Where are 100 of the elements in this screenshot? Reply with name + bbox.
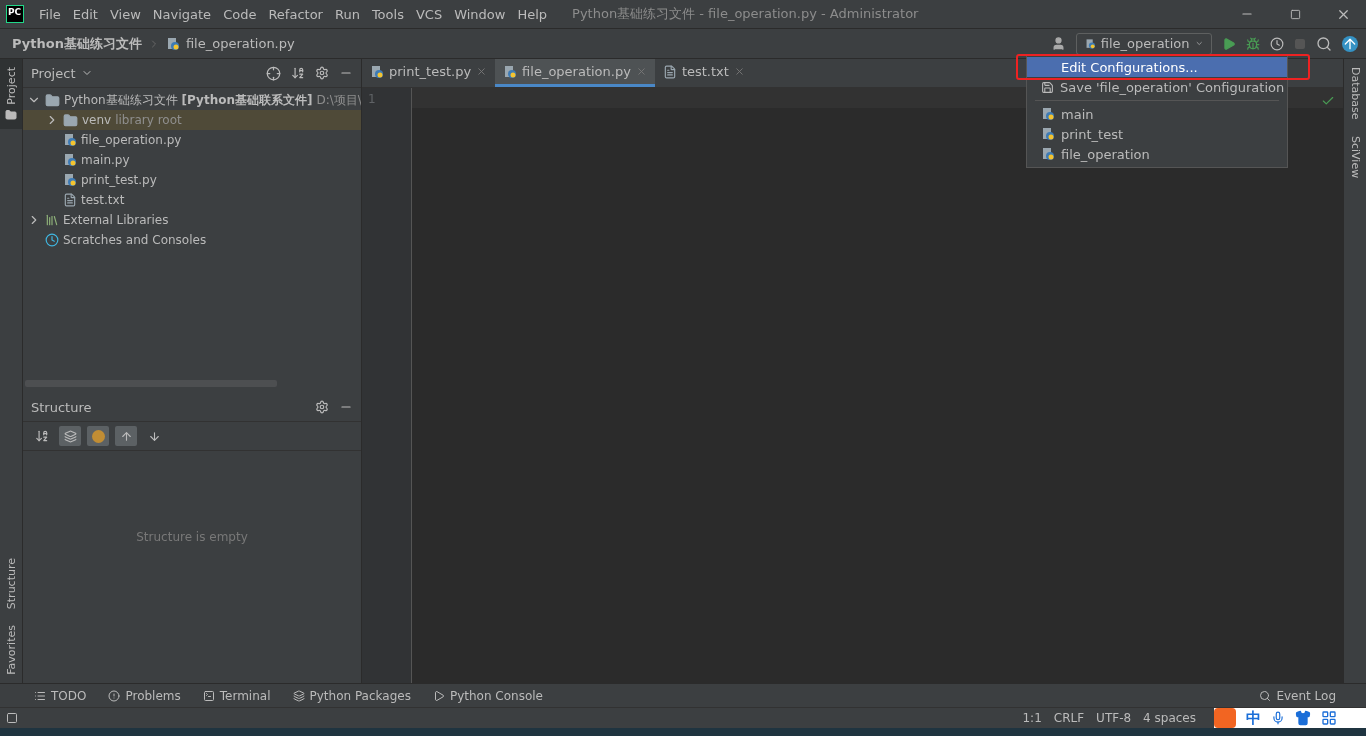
item-label: main.py [81, 153, 130, 167]
breadcrumb[interactable]: file_operation.py [185, 36, 295, 51]
item-label: print_test.py [81, 173, 157, 187]
todo-icon [34, 689, 46, 702]
event-log-icon [1259, 689, 1272, 702]
python-file-icon [1041, 127, 1055, 141]
tool-window-button[interactable]: TODO [34, 688, 87, 703]
favorites-tool-button[interactable]: Favorites [0, 617, 22, 683]
app-logo: PC [6, 5, 24, 23]
window-title: Python基础练习文件 - file_operation.py - Administrator [572, 5, 920, 23]
folder-icon [5, 108, 17, 121]
menu-item[interactable]: Run [329, 6, 365, 22]
python-file-icon [1041, 147, 1055, 161]
grid-icon[interactable] [1321, 710, 1337, 726]
module-name: [Python基础联系文件] [181, 91, 313, 109]
search-icon[interactable] [1316, 35, 1332, 52]
run-config-dropdown[interactable]: file_operation [1076, 32, 1212, 55]
editor-tab[interactable]: print_test.py [362, 59, 496, 87]
settings-icon[interactable] [315, 66, 329, 80]
check-icon [1321, 94, 1335, 108]
save-icon [1041, 80, 1054, 94]
debug-icon[interactable] [1246, 36, 1260, 51]
menu-item[interactable]: File [34, 6, 66, 22]
menu-item[interactable]: Edit Configurations... [1027, 57, 1287, 77]
tree-item[interactable]: file_operation.py [23, 130, 361, 150]
python-file-icon [503, 64, 518, 79]
path-hint: D:\项目\ [316, 91, 361, 109]
database-tool-button[interactable]: Database [1344, 59, 1366, 128]
breadcrumb[interactable]: Python基础练习文件 [12, 34, 142, 53]
python-file-icon [1041, 107, 1055, 121]
update-icon[interactable] [1342, 35, 1358, 52]
root-hint: library root [115, 113, 182, 127]
packages-icon [292, 689, 305, 702]
python-file-icon [165, 36, 180, 51]
library-icon [45, 213, 59, 227]
text-file-icon [63, 193, 77, 207]
folder-icon [63, 112, 78, 128]
user-icon[interactable] [1051, 36, 1066, 51]
menu-item[interactable]: View [104, 6, 146, 22]
project-tool-button[interactable]: Project [0, 59, 22, 129]
tree-item[interactable]: print_test.py [23, 170, 361, 190]
panel-title[interactable]: Project [31, 65, 76, 81]
tool-window-button[interactable]: Problems [108, 688, 181, 703]
structure-tool-button[interactable]: Structure [0, 550, 22, 618]
item-label: Scratches and Consoles [63, 233, 207, 247]
tree-item[interactable]: External Libraries [23, 210, 361, 230]
menu-item[interactable]: Tools [366, 6, 409, 22]
tree-item[interactable]: Python基础练习文件 [Python基础联系文件] D:\项目\ [23, 90, 361, 110]
tool-window-button[interactable]: Python Console [432, 688, 543, 703]
python-file-icon [370, 64, 384, 79]
sciview-tool-button[interactable]: SciView [1344, 127, 1366, 186]
sort-icon[interactable] [35, 429, 49, 443]
ime-mode[interactable]: 中 [1246, 708, 1261, 728]
menu-item[interactable]: file_operation [1027, 144, 1287, 164]
item-label: venv [82, 113, 112, 127]
item-label: External Libraries [63, 213, 169, 227]
text-file-icon [662, 64, 677, 79]
menu-item[interactable]: Window [449, 6, 511, 22]
status-item[interactable]: 1:1 [1022, 711, 1042, 725]
ime-logo [1214, 708, 1236, 728]
panel-title[interactable]: Structure [31, 399, 305, 415]
python-file-icon [1085, 36, 1096, 51]
menu-item[interactable]: VCS [410, 6, 448, 22]
status-item[interactable]: CRLF [1053, 711, 1085, 725]
item-label: Python基础练习文件 [64, 91, 178, 109]
tree-item[interactable]: test.txt [23, 190, 361, 210]
microphone-icon[interactable] [1271, 711, 1285, 725]
event-log-button[interactable]: Event Log [1259, 688, 1336, 703]
editor-tab[interactable]: test.txt [654, 59, 753, 87]
folder-icon [45, 92, 60, 108]
python-file-icon [63, 133, 77, 147]
locate-icon[interactable] [266, 65, 281, 81]
item-label: test.txt [81, 193, 125, 207]
tree-item[interactable]: venv library root [23, 110, 361, 130]
run-icon[interactable] [1222, 36, 1236, 51]
menu-item[interactable]: Save 'file_operation' Configuration [1027, 77, 1287, 97]
menu-item[interactable]: Refactor [263, 6, 328, 22]
tree-item[interactable]: Scratches and Consoles [23, 230, 361, 250]
layout-icon[interactable] [6, 712, 18, 724]
menu-item[interactable]: Help [512, 6, 553, 22]
menu-item[interactable]: Navigate [147, 6, 217, 22]
item-label: file_operation.py [81, 133, 182, 147]
tree-item[interactable]: main.py [23, 150, 361, 170]
settings-icon[interactable] [315, 400, 329, 414]
empty-message: Structure is empty [136, 530, 248, 544]
status-item[interactable]: UTF-8 [1096, 711, 1132, 725]
skin-icon[interactable] [1295, 710, 1311, 726]
editor-tab[interactable]: file_operation.py [495, 59, 655, 87]
tool-window-button[interactable]: Terminal [202, 688, 271, 703]
python-file-icon [63, 173, 77, 187]
restore-icon[interactable] [1289, 8, 1301, 20]
tool-window-button[interactable]: Python Packages [292, 688, 411, 703]
terminal-icon [202, 689, 215, 702]
menu-item[interactable]: Edit [67, 6, 103, 22]
python-file-icon [63, 153, 77, 167]
problems-icon [108, 689, 121, 702]
menu-item[interactable]: main [1027, 104, 1287, 124]
status-item[interactable]: 4 spaces [1143, 711, 1196, 725]
menu-item[interactable]: Code [218, 6, 262, 22]
menu-item[interactable]: print_test [1027, 124, 1287, 144]
